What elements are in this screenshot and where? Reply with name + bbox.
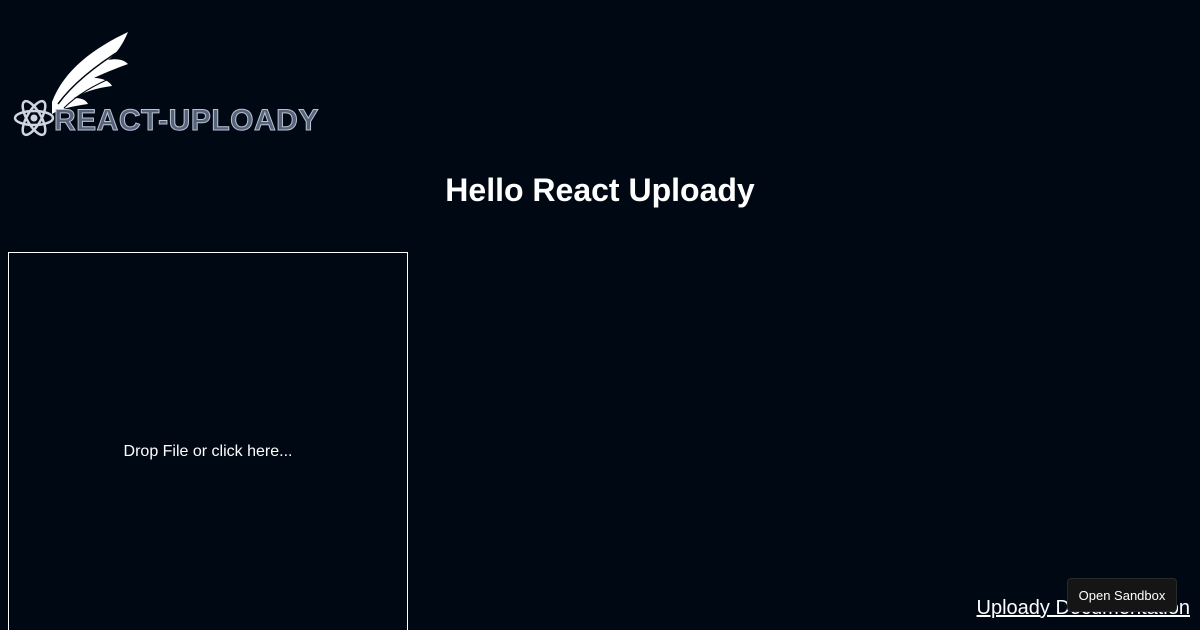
dropzone-label: Drop File or click here... — [123, 443, 293, 460]
page: REACT-UPLOADY Hello React Uploady Drop F… — [0, 0, 1200, 630]
react-uploady-logo: REACT-UPLOADY — [12, 30, 319, 140]
open-sandbox-button[interactable]: Open Sandbox — [1067, 578, 1177, 612]
logo-text: REACT-UPLOADY — [54, 104, 319, 138]
page-title: Hello React Uploady — [445, 172, 755, 208]
upload-dropzone[interactable]: Drop File or click here... — [8, 252, 408, 630]
